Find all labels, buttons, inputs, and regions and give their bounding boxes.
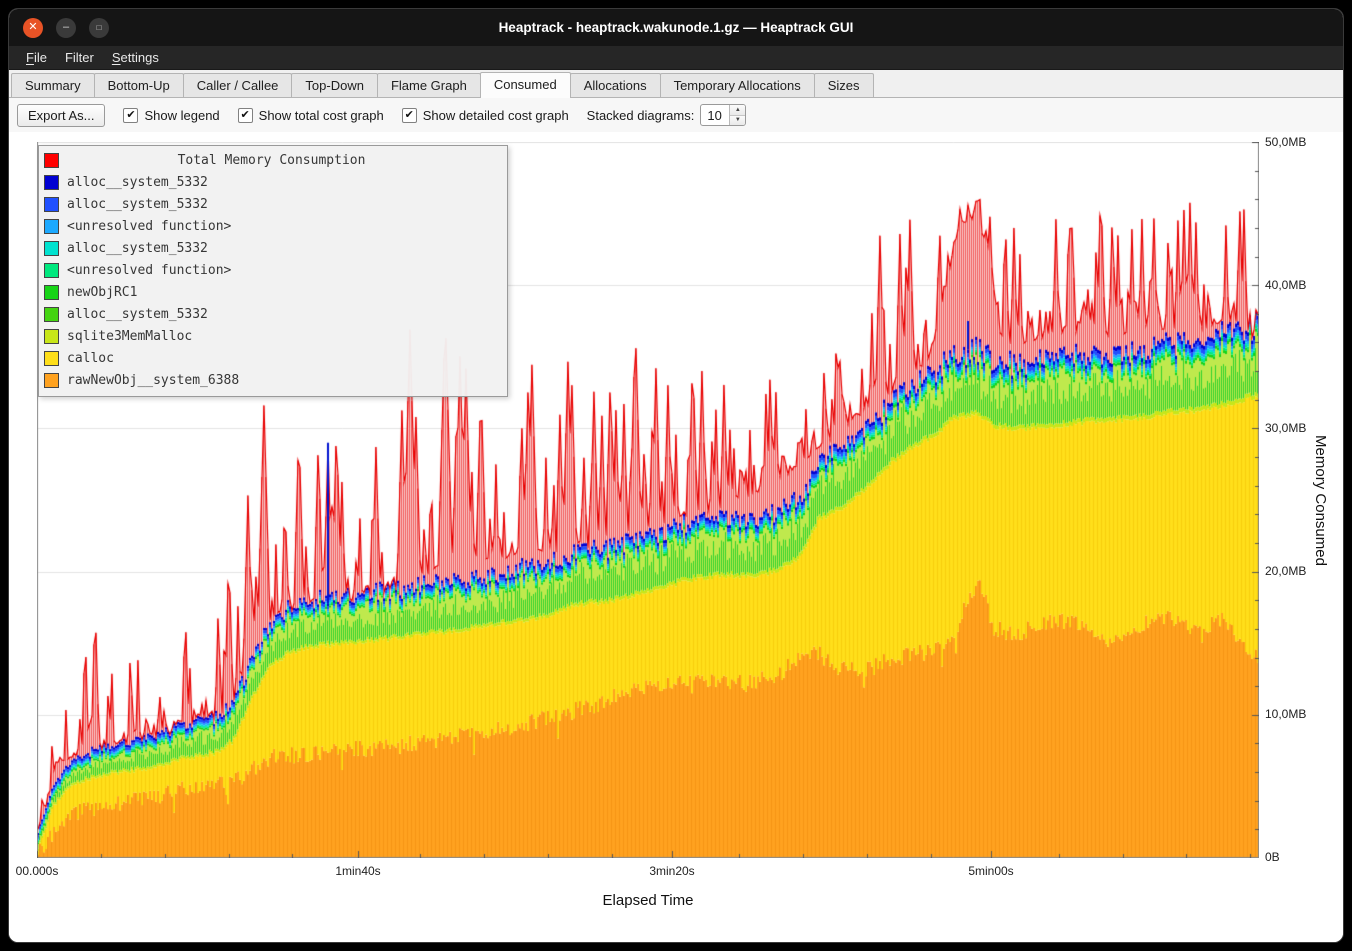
legend-label: alloc__system_5332 [67, 175, 208, 190]
checkbox-show-legend[interactable]: ✔ Show legend [123, 108, 219, 123]
tab-temporary-allocations[interactable]: Temporary Allocations [660, 73, 815, 97]
legend-label: alloc__system_5332 [67, 307, 208, 322]
window-controls: ✕ – □ [23, 18, 109, 38]
color-swatch [44, 241, 59, 256]
close-button[interactable]: ✕ [23, 18, 43, 38]
menu-item-settings[interactable]: Settings [103, 47, 168, 68]
chevron-up-icon: ▲ [735, 107, 741, 113]
y-tick-label: 30,0MB [1265, 421, 1306, 435]
titlebar[interactable]: ✕ – □ Heaptrack - heaptrack.wakunode.1.g… [9, 9, 1343, 46]
tab-caller-callee[interactable]: Caller / Callee [183, 73, 293, 97]
close-icon: ✕ [28, 22, 37, 33]
color-swatch [44, 329, 59, 344]
tab-summary[interactable]: Summary [11, 73, 95, 97]
export-as-button[interactable]: Export As... [17, 104, 105, 127]
color-swatch [44, 175, 59, 190]
legend-item: alloc__system_5332 [42, 171, 501, 193]
color-swatch [44, 197, 59, 212]
chevron-down-icon: ▼ [735, 117, 741, 123]
toolbar: Export As... ✔ Show legend ✔ Show total … [9, 98, 1343, 132]
color-swatch [44, 307, 59, 322]
color-swatch [44, 219, 59, 234]
legend-item: alloc__system_5332 [42, 303, 501, 325]
spin-down-button[interactable]: ▼ [730, 116, 745, 126]
legend-label: <unresolved function> [67, 219, 231, 234]
legend-item: sqlite3MemMalloc [42, 325, 501, 347]
checkbox-label: Show legend [144, 108, 219, 123]
checkbox-box[interactable]: ✔ [123, 108, 138, 123]
y-axis-title: Memory Consumed [1312, 435, 1329, 566]
legend-item: newObjRC1 [42, 281, 501, 303]
check-icon: ✔ [405, 110, 414, 121]
checkbox-box[interactable]: ✔ [402, 108, 417, 123]
legend-title: Total Memory Consumption [42, 153, 501, 168]
menu-item-filter[interactable]: Filter [56, 47, 103, 68]
chart-legend: Total Memory Consumption alloc__system_5… [38, 145, 508, 397]
y-tick-label: 10,0MB [1265, 707, 1306, 721]
y-tick-label: 50,0MB [1265, 135, 1306, 149]
window-title: Heaptrack - heaptrack.wakunode.1.gz — He… [9, 20, 1343, 35]
legend-item: alloc__system_5332 [42, 193, 501, 215]
maximize-icon: □ [97, 24, 102, 32]
tab-bottom-up[interactable]: Bottom-Up [94, 73, 184, 97]
menu-item-file[interactable]: File [17, 47, 56, 68]
checkbox-label: Show detailed cost graph [423, 108, 569, 123]
menu-bar: File Filter Settings [9, 46, 1343, 70]
maximize-button[interactable]: □ [89, 18, 109, 38]
legend-label: calloc [67, 351, 114, 366]
x-axis-title: Elapsed Time [603, 892, 694, 909]
x-tick-label: 1min40s [335, 864, 380, 878]
color-swatch [44, 263, 59, 278]
y-tick-label: 40,0MB [1265, 278, 1306, 292]
y-tick-label: 0B [1265, 850, 1280, 864]
legend-item: <unresolved function> [42, 215, 501, 237]
legend-item: alloc__system_5332 [42, 237, 501, 259]
legend-item: <unresolved function> [42, 259, 501, 281]
tab-flame-graph[interactable]: Flame Graph [377, 73, 481, 97]
tab-consumed[interactable]: Consumed [480, 72, 571, 98]
minimize-icon: – [63, 22, 69, 33]
color-swatch [44, 373, 59, 388]
x-tick-label: 5min00s [968, 864, 1013, 878]
y-tick-label: 20,0MB [1265, 564, 1306, 578]
stacked-diagrams-label: Stacked diagrams: [587, 108, 695, 123]
color-swatch-total [44, 153, 59, 168]
check-icon: ✔ [241, 110, 250, 121]
checkbox-label: Show total cost graph [259, 108, 384, 123]
tab-allocations[interactable]: Allocations [570, 73, 661, 97]
plot-area: Total Memory Consumption alloc__system_5… [37, 142, 1259, 858]
legend-label: newObjRC1 [67, 285, 137, 300]
chart-area: Total Memory Consumption alloc__system_5… [9, 132, 1343, 943]
tab-bar: Summary Bottom-Up Caller / Callee Top-Do… [9, 70, 1343, 98]
minimize-button[interactable]: – [56, 18, 76, 38]
spin-buttons: ▲ ▼ [729, 105, 745, 125]
checkbox-show-total-cost-graph[interactable]: ✔ Show total cost graph [238, 108, 384, 123]
checkbox-box[interactable]: ✔ [238, 108, 253, 123]
check-icon: ✔ [126, 110, 135, 121]
stacked-diagrams-spinbox[interactable]: 10 ▲ ▼ [700, 104, 746, 126]
legend-item: rawNewObj__system_6388 [42, 369, 501, 391]
stacked-diagrams-value[interactable]: 10 [701, 105, 729, 125]
x-tick-label: 00.000s [16, 864, 59, 878]
legend-title-row: Total Memory Consumption [42, 149, 501, 171]
legend-label: sqlite3MemMalloc [67, 329, 192, 344]
color-swatch [44, 351, 59, 366]
tab-sizes[interactable]: Sizes [814, 73, 874, 97]
spin-up-button[interactable]: ▲ [730, 105, 745, 116]
heaptrack-window: ✕ – □ Heaptrack - heaptrack.wakunode.1.g… [8, 8, 1344, 943]
legend-item: calloc [42, 347, 501, 369]
color-swatch [44, 285, 59, 300]
legend-label: alloc__system_5332 [67, 241, 208, 256]
legend-label: <unresolved function> [67, 263, 231, 278]
legend-label: rawNewObj__system_6388 [67, 373, 239, 388]
legend-label: alloc__system_5332 [67, 197, 208, 212]
x-tick-label: 3min20s [649, 864, 694, 878]
stacked-diagrams-control: Stacked diagrams: 10 ▲ ▼ [587, 104, 747, 126]
checkbox-show-detailed-cost-graph[interactable]: ✔ Show detailed cost graph [402, 108, 569, 123]
tab-top-down[interactable]: Top-Down [291, 73, 378, 97]
